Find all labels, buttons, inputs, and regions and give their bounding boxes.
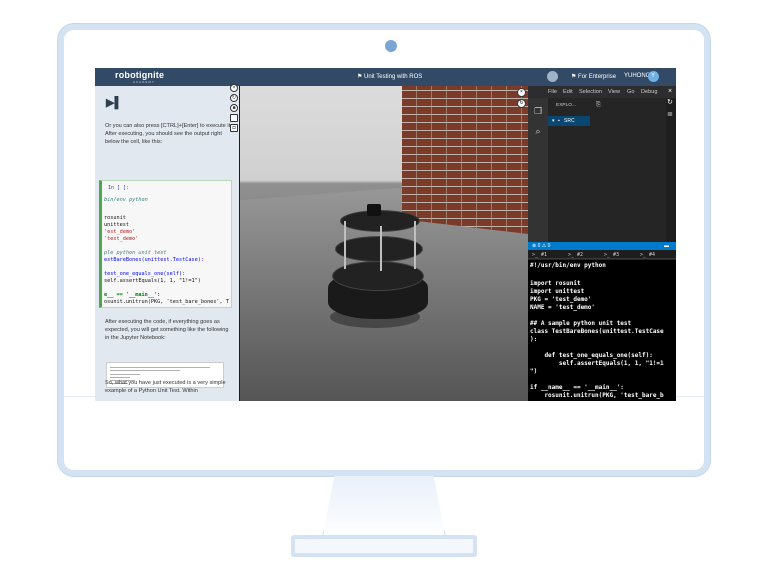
terminal-tab-3[interactable]: >_ #3 <box>604 252 619 258</box>
menu-file[interactable]: File <box>548 89 557 95</box>
menu-go[interactable]: Go <box>627 89 634 95</box>
terminal-line: self.assertEquals(1, 1, "1!=1 <box>530 360 664 367</box>
monitor-stand <box>322 476 446 538</box>
code-line: test_one_equals_one(self): <box>104 271 186 277</box>
status-bar: ⊗ 0 ⚠ 0 ▬ <box>528 242 676 250</box>
terminal-line: rosunit.unitrun(PKG, 'test_bare_b <box>530 392 664 399</box>
ide-menubar: File Edit Selection View Go Debug <box>528 86 676 98</box>
code-line: e__ == '__main__': <box>104 292 161 298</box>
files-icon[interactable]: ❐ <box>533 106 543 116</box>
enterprise-label: For Enterprise <box>578 74 617 80</box>
search-icon[interactable]: ⌕ <box>533 126 543 136</box>
notebook-closing-text: So, what you have just executed is a ver… <box>105 380 226 394</box>
new-file-icon[interactable]: ⎘ <box>596 102 601 109</box>
screen: robotignite ACADEMY ⚑ Unit Testing with … <box>95 68 676 401</box>
brand-logo-sub: ACADEMY <box>133 80 155 84</box>
camera-icon[interactable]: ◘ <box>230 124 238 132</box>
terminal-tab-4[interactable]: >_ #4 <box>640 252 655 258</box>
activity-bar: ❐ ⌕ <box>528 98 548 242</box>
turtlebot-post <box>380 226 382 271</box>
code-line: unittest <box>104 222 129 228</box>
terminal-tab-2[interactable]: >_ #2 <box>568 252 583 258</box>
problems-count[interactable]: ⊗ 0 ⚠ 0 <box>532 243 550 249</box>
menu-selection[interactable]: Selection <box>579 89 602 95</box>
folder-src[interactable]: ▾ ▪ SRC <box>548 116 590 126</box>
avatar[interactable]: Y <box>648 71 659 82</box>
menu-view[interactable]: View <box>608 89 620 95</box>
menu-debug[interactable]: Debug <box>641 89 657 95</box>
refresh-icon[interactable]: ↻ <box>230 94 238 102</box>
turtlebot-post <box>414 221 416 269</box>
explorer-title: EXPLO... <box>556 103 576 108</box>
course-title: ⚑ Unit Testing with ROS <box>357 74 423 80</box>
webcam-icon <box>385 40 397 52</box>
notebook-intro-text: Or you can also press [CTRL]+[Enter] to … <box>105 123 232 145</box>
notebook-panel[interactable]: ▶▌ Or you can also press [CTRL]+[Enter] … <box>95 86 239 401</box>
terminal-line: def test_one_equals_one(self): <box>530 352 653 359</box>
stop-icon[interactable]: ■ <box>230 104 238 112</box>
terminal-line: import unittest <box>530 288 585 295</box>
code-line: self.assertEquals(1, 1, "1!=1") <box>104 278 201 284</box>
menu-edit[interactable]: Edit <box>563 89 573 95</box>
refresh-icon[interactable]: ↻ <box>667 98 673 106</box>
code-line: 'est_demo' <box>104 229 136 235</box>
avatar-initial: Y <box>651 73 656 79</box>
terminal-line: ## A sample python unit test <box>530 320 632 327</box>
code-line: bin/env python <box>104 197 148 203</box>
terminal-line: ") <box>530 368 538 375</box>
terminal[interactable]: #!/usr/bin/env python import rosunit imp… <box>528 260 676 401</box>
username[interactable]: YUHONG <box>624 73 650 79</box>
monitor-chin <box>64 396 704 470</box>
notebook-after-text: After executing the code, if everything … <box>105 319 229 341</box>
refresh-icon[interactable]: ↻ <box>517 99 526 108</box>
code-line: 'test_demo' <box>104 236 139 242</box>
folder-icon: ▪ <box>558 118 560 124</box>
close-icon[interactable]: × <box>230 84 238 92</box>
close-icon[interactable]: × <box>668 88 672 95</box>
gazebo-simulation[interactable]: × ↻ <box>240 86 528 401</box>
turtlebot-post <box>344 221 346 269</box>
turtlebot-sensor <box>367 204 381 216</box>
terminal-line: PKG = 'test_demo' <box>530 296 592 303</box>
brick-wall-mortar <box>402 86 528 234</box>
turtlebot-plate-mid <box>335 236 423 262</box>
globe-icon[interactable] <box>547 71 558 82</box>
terminal-tab-1[interactable]: >_ #1 <box>532 252 547 258</box>
panel-toggle-icon[interactable]: ▬ <box>664 243 669 249</box>
terminal-line: NAME = 'test_demo' <box>530 304 596 311</box>
top-bar: robotignite ACADEMY ⚑ Unit Testing with … <box>95 68 676 86</box>
terminal-line: import rosunit <box>530 280 581 287</box>
terminal-line: if __name__ == '__main__': <box>530 384 624 391</box>
code-line: osunit.unitrun(PKG, 'test_bare_bones', T <box>104 299 229 305</box>
brand-logo[interactable]: robotignite <box>115 70 164 80</box>
course-title-text: Unit Testing with ROS <box>364 74 423 80</box>
monitor-base <box>291 535 477 557</box>
terminal-line: class TestBareBones(unittest.TestCase <box>530 328 664 335</box>
enterprise-link[interactable]: ⚑ For Enterprise <box>571 73 616 80</box>
code-line: estBareBones(unittest.TestCase): <box>104 257 204 263</box>
file-explorer: EXPLO... ⎘ ▾ ▪ SRC <box>548 98 666 242</box>
square-icon[interactable] <box>230 114 238 122</box>
chevron-down-icon: ▾ <box>552 118 555 124</box>
minimap-icon[interactable]: ≣ <box>667 110 673 118</box>
code-line: rosunit <box>104 215 126 221</box>
terminal-tabs: >_ #1 >_ #2 >_ #3 >_ #4 <box>528 250 676 259</box>
code-cell[interactable]: In [ ]: bin/env python rosunit unittest … <box>99 180 232 308</box>
folder-src-label: SRC <box>564 118 575 124</box>
notebook-play-icon[interactable]: ▶▌ <box>106 96 122 109</box>
close-icon[interactable]: × <box>517 88 526 97</box>
ide-panel[interactable]: File Edit Selection View Go Debug ❐ ⌕ EX… <box>528 86 676 401</box>
code-line: ple python unit test <box>104 250 167 256</box>
terminal-line: #!/usr/bin/env python <box>530 262 606 269</box>
ide-side-controls: × ↻ ≣ <box>666 88 676 242</box>
terminal-line: ): <box>530 336 538 343</box>
cell-prompt: In [ ]: <box>108 185 130 191</box>
